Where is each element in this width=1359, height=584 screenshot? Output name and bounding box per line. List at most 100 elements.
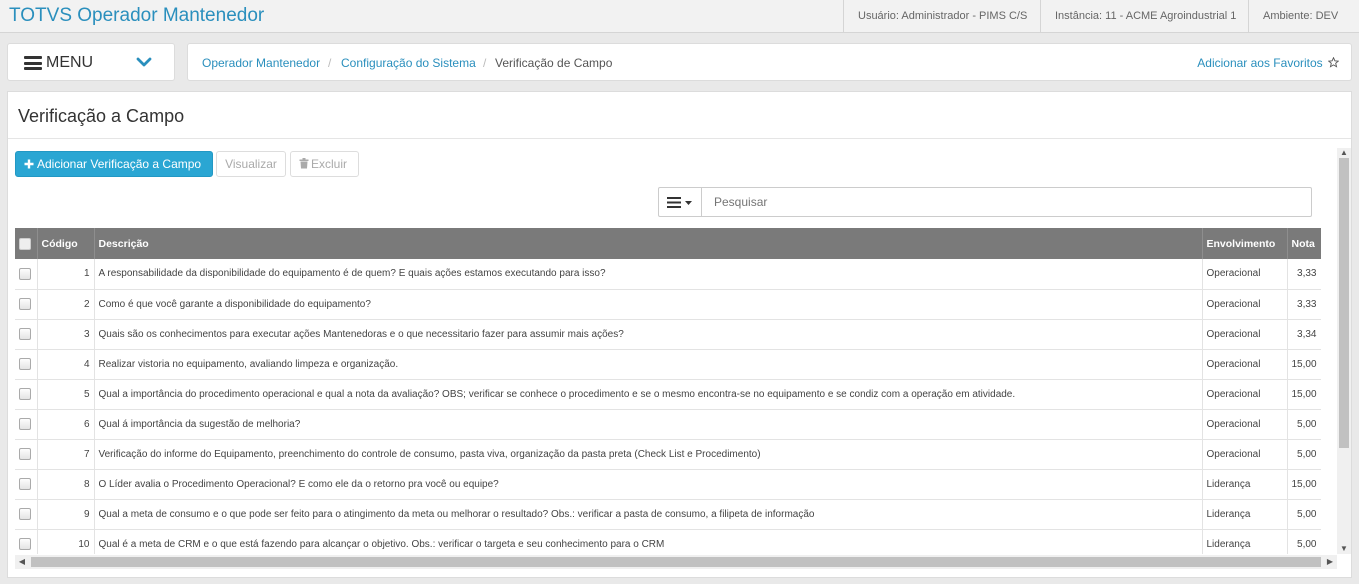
involvement-cell: Operacional bbox=[1202, 379, 1288, 410]
grade-cell: 5,00 bbox=[1287, 499, 1321, 530]
main-panel: Verificação a Campo Adicionar Verificaçã… bbox=[7, 91, 1352, 578]
row-select-cell bbox=[15, 349, 38, 380]
description-cell: A responsabilidade da disponibilidade do… bbox=[94, 259, 1203, 290]
involvement-cell: Liderança bbox=[1202, 499, 1288, 530]
delete-button[interactable]: Excluir bbox=[290, 151, 359, 177]
code-cell: 4 bbox=[37, 349, 95, 380]
data-table-wrapper: Código Descrição Envolvimento Nota 1A re… bbox=[15, 228, 1321, 554]
description-cell: Realizar vistoria no equipamento, avalia… bbox=[94, 349, 1203, 380]
row-checkbox[interactable] bbox=[19, 418, 31, 430]
involvement-cell: Operacional bbox=[1202, 409, 1288, 440]
hamburger-icon bbox=[24, 56, 42, 70]
breadcrumb-separator: / bbox=[328, 56, 332, 70]
table-row[interactable]: 10 Qual é a meta de CRM e o que está faze… bbox=[15, 529, 1321, 554]
involvement-cell: Operacional bbox=[1202, 319, 1288, 350]
row-select-cell bbox=[15, 259, 38, 290]
horizontal-scroll-thumb[interactable] bbox=[31, 557, 1321, 567]
row-checkbox[interactable] bbox=[19, 538, 31, 550]
table-header-row: Código Descrição Envolvimento Nota bbox=[15, 228, 1321, 259]
instance-info[interactable]: Instância: 11 - ACME Agroindustrial 1 bbox=[1040, 0, 1250, 32]
involvement-cell: Operacional bbox=[1202, 259, 1288, 290]
row-select-cell bbox=[15, 439, 38, 470]
plus-icon bbox=[24, 159, 34, 169]
app-title: TOTVS Operador Mantenedor bbox=[9, 5, 265, 26]
table-row[interactable]: 5 Qual a importância do procedimento oper… bbox=[15, 379, 1321, 410]
table-row[interactable]: 4 Realizar vistoria no equipamento, avali… bbox=[15, 349, 1321, 380]
column-toggle-button[interactable] bbox=[659, 188, 702, 216]
code-cell: 3 bbox=[37, 319, 95, 350]
table-row[interactable]: 7 Verificação do informe do Equipamento, … bbox=[15, 439, 1321, 470]
row-select-cell bbox=[15, 319, 38, 350]
row-checkbox[interactable] bbox=[19, 267, 31, 280]
search-group bbox=[658, 187, 1312, 217]
grade-cell: 15,00 bbox=[1287, 379, 1321, 410]
table-row[interactable]: 2 Como é que você garante a disponibilida… bbox=[15, 289, 1321, 320]
scroll-up-arrow[interactable]: ▲ bbox=[1337, 148, 1351, 158]
breadcrumb: Operador Mantenedor / Configuração do Si… bbox=[187, 43, 1352, 81]
user-info[interactable]: Usuário: Administrador - PIMS C/S bbox=[843, 0, 1041, 32]
code-cell: 2 bbox=[37, 289, 95, 320]
column-header-code[interactable]: Código bbox=[37, 228, 95, 259]
scroll-right-arrow[interactable]: ▶ bbox=[1323, 555, 1337, 569]
grade-cell: 3,33 bbox=[1287, 289, 1321, 320]
menu-button[interactable]: MENU bbox=[7, 43, 175, 81]
row-checkbox[interactable] bbox=[19, 328, 31, 340]
breadcrumb-operador-mantenedor[interactable]: Operador Mantenedor bbox=[202, 56, 320, 70]
row-checkbox[interactable] bbox=[19, 298, 31, 310]
add-verification-button[interactable]: Adicionar Verificação a Campo bbox=[15, 151, 213, 177]
code-cell: 1 bbox=[37, 259, 95, 290]
table-row[interactable]: 1A responsabilidade da disponibilidade d… bbox=[15, 259, 1321, 290]
column-header-grade[interactable]: Nota bbox=[1287, 228, 1321, 259]
trash-icon bbox=[299, 158, 309, 169]
scroll-left-arrow[interactable]: ◀ bbox=[15, 555, 29, 569]
scroll-down-arrow[interactable]: ▼ bbox=[1337, 544, 1351, 554]
breadcrumb-current: Verificação de Campo bbox=[495, 56, 613, 70]
add-favorites-link[interactable]: Adicionar aos Favoritos bbox=[1197, 56, 1340, 70]
grade-cell: 5,00 bbox=[1287, 409, 1321, 440]
row-checkbox[interactable] bbox=[19, 388, 31, 400]
select-all-checkbox[interactable] bbox=[19, 237, 31, 250]
view-button[interactable]: Visualizar bbox=[216, 151, 286, 177]
description-cell: Qual é a meta de CRM e o que está fazend… bbox=[94, 529, 1203, 554]
grade-cell: 5,00 bbox=[1287, 439, 1321, 470]
breadcrumb-separator: / bbox=[483, 56, 487, 70]
delete-label: Excluir bbox=[311, 157, 348, 171]
row-checkbox[interactable] bbox=[19, 508, 31, 520]
table-row[interactable]: 3 Quais são os conhecimentos para executa… bbox=[15, 319, 1321, 350]
breadcrumb-configuracao[interactable]: Configuração do Sistema bbox=[341, 56, 476, 70]
table-body: 1A responsabilidade da disponibilidade d… bbox=[15, 259, 1321, 554]
involvement-cell: Liderança bbox=[1202, 529, 1288, 554]
data-table: Código Descrição Envolvimento Nota 1A re… bbox=[15, 228, 1321, 554]
description-cell: Qual á importância da sugestão de melhor… bbox=[94, 409, 1203, 440]
table-row[interactable]: 9 Qual a meta de consumo e o que pode ser… bbox=[15, 499, 1321, 530]
involvement-cell: Operacional bbox=[1202, 289, 1288, 320]
involvement-cell: Liderança bbox=[1202, 469, 1288, 500]
divider bbox=[8, 138, 1351, 139]
table-row[interactable]: 6 Qual á importância da sugestão de melho… bbox=[15, 409, 1321, 440]
table-row[interactable]: 8O Líder avalia o Procedimento Operacion… bbox=[15, 469, 1321, 500]
code-cell: 7 bbox=[37, 439, 95, 470]
grade-cell: 15,00 bbox=[1287, 469, 1321, 500]
row-select-cell bbox=[15, 499, 38, 530]
vertical-scrollbar[interactable]: ▲ ▼ bbox=[1337, 148, 1351, 554]
grade-cell: 3,34 bbox=[1287, 319, 1321, 350]
code-cell: 8 bbox=[37, 469, 95, 500]
code-cell: 6 bbox=[37, 409, 95, 440]
row-checkbox[interactable] bbox=[19, 478, 31, 490]
column-header-involvement[interactable]: Envolvimento bbox=[1202, 228, 1288, 259]
search-input[interactable] bbox=[702, 188, 1311, 216]
description-cell: O Líder avalia o Procedimento Operaciona… bbox=[94, 469, 1203, 500]
involvement-cell: Operacional bbox=[1202, 439, 1288, 470]
horizontal-scrollbar[interactable]: ◀ ▶ bbox=[15, 555, 1337, 569]
description-cell: Quais são os conhecimentos para executar… bbox=[94, 319, 1203, 350]
list-icon bbox=[667, 197, 681, 208]
row-checkbox[interactable] bbox=[19, 448, 31, 460]
row-select-cell bbox=[15, 379, 38, 410]
column-header-description[interactable]: Descrição bbox=[94, 228, 1203, 259]
vertical-scroll-thumb[interactable] bbox=[1339, 158, 1349, 448]
row-checkbox[interactable] bbox=[19, 358, 31, 370]
description-cell: Verificação do informe do Equipamento, p… bbox=[94, 439, 1203, 470]
page-title: Verificação a Campo bbox=[18, 106, 185, 126]
caret-down-icon bbox=[685, 201, 692, 205]
chevron-down-icon[interactable] bbox=[134, 52, 154, 72]
